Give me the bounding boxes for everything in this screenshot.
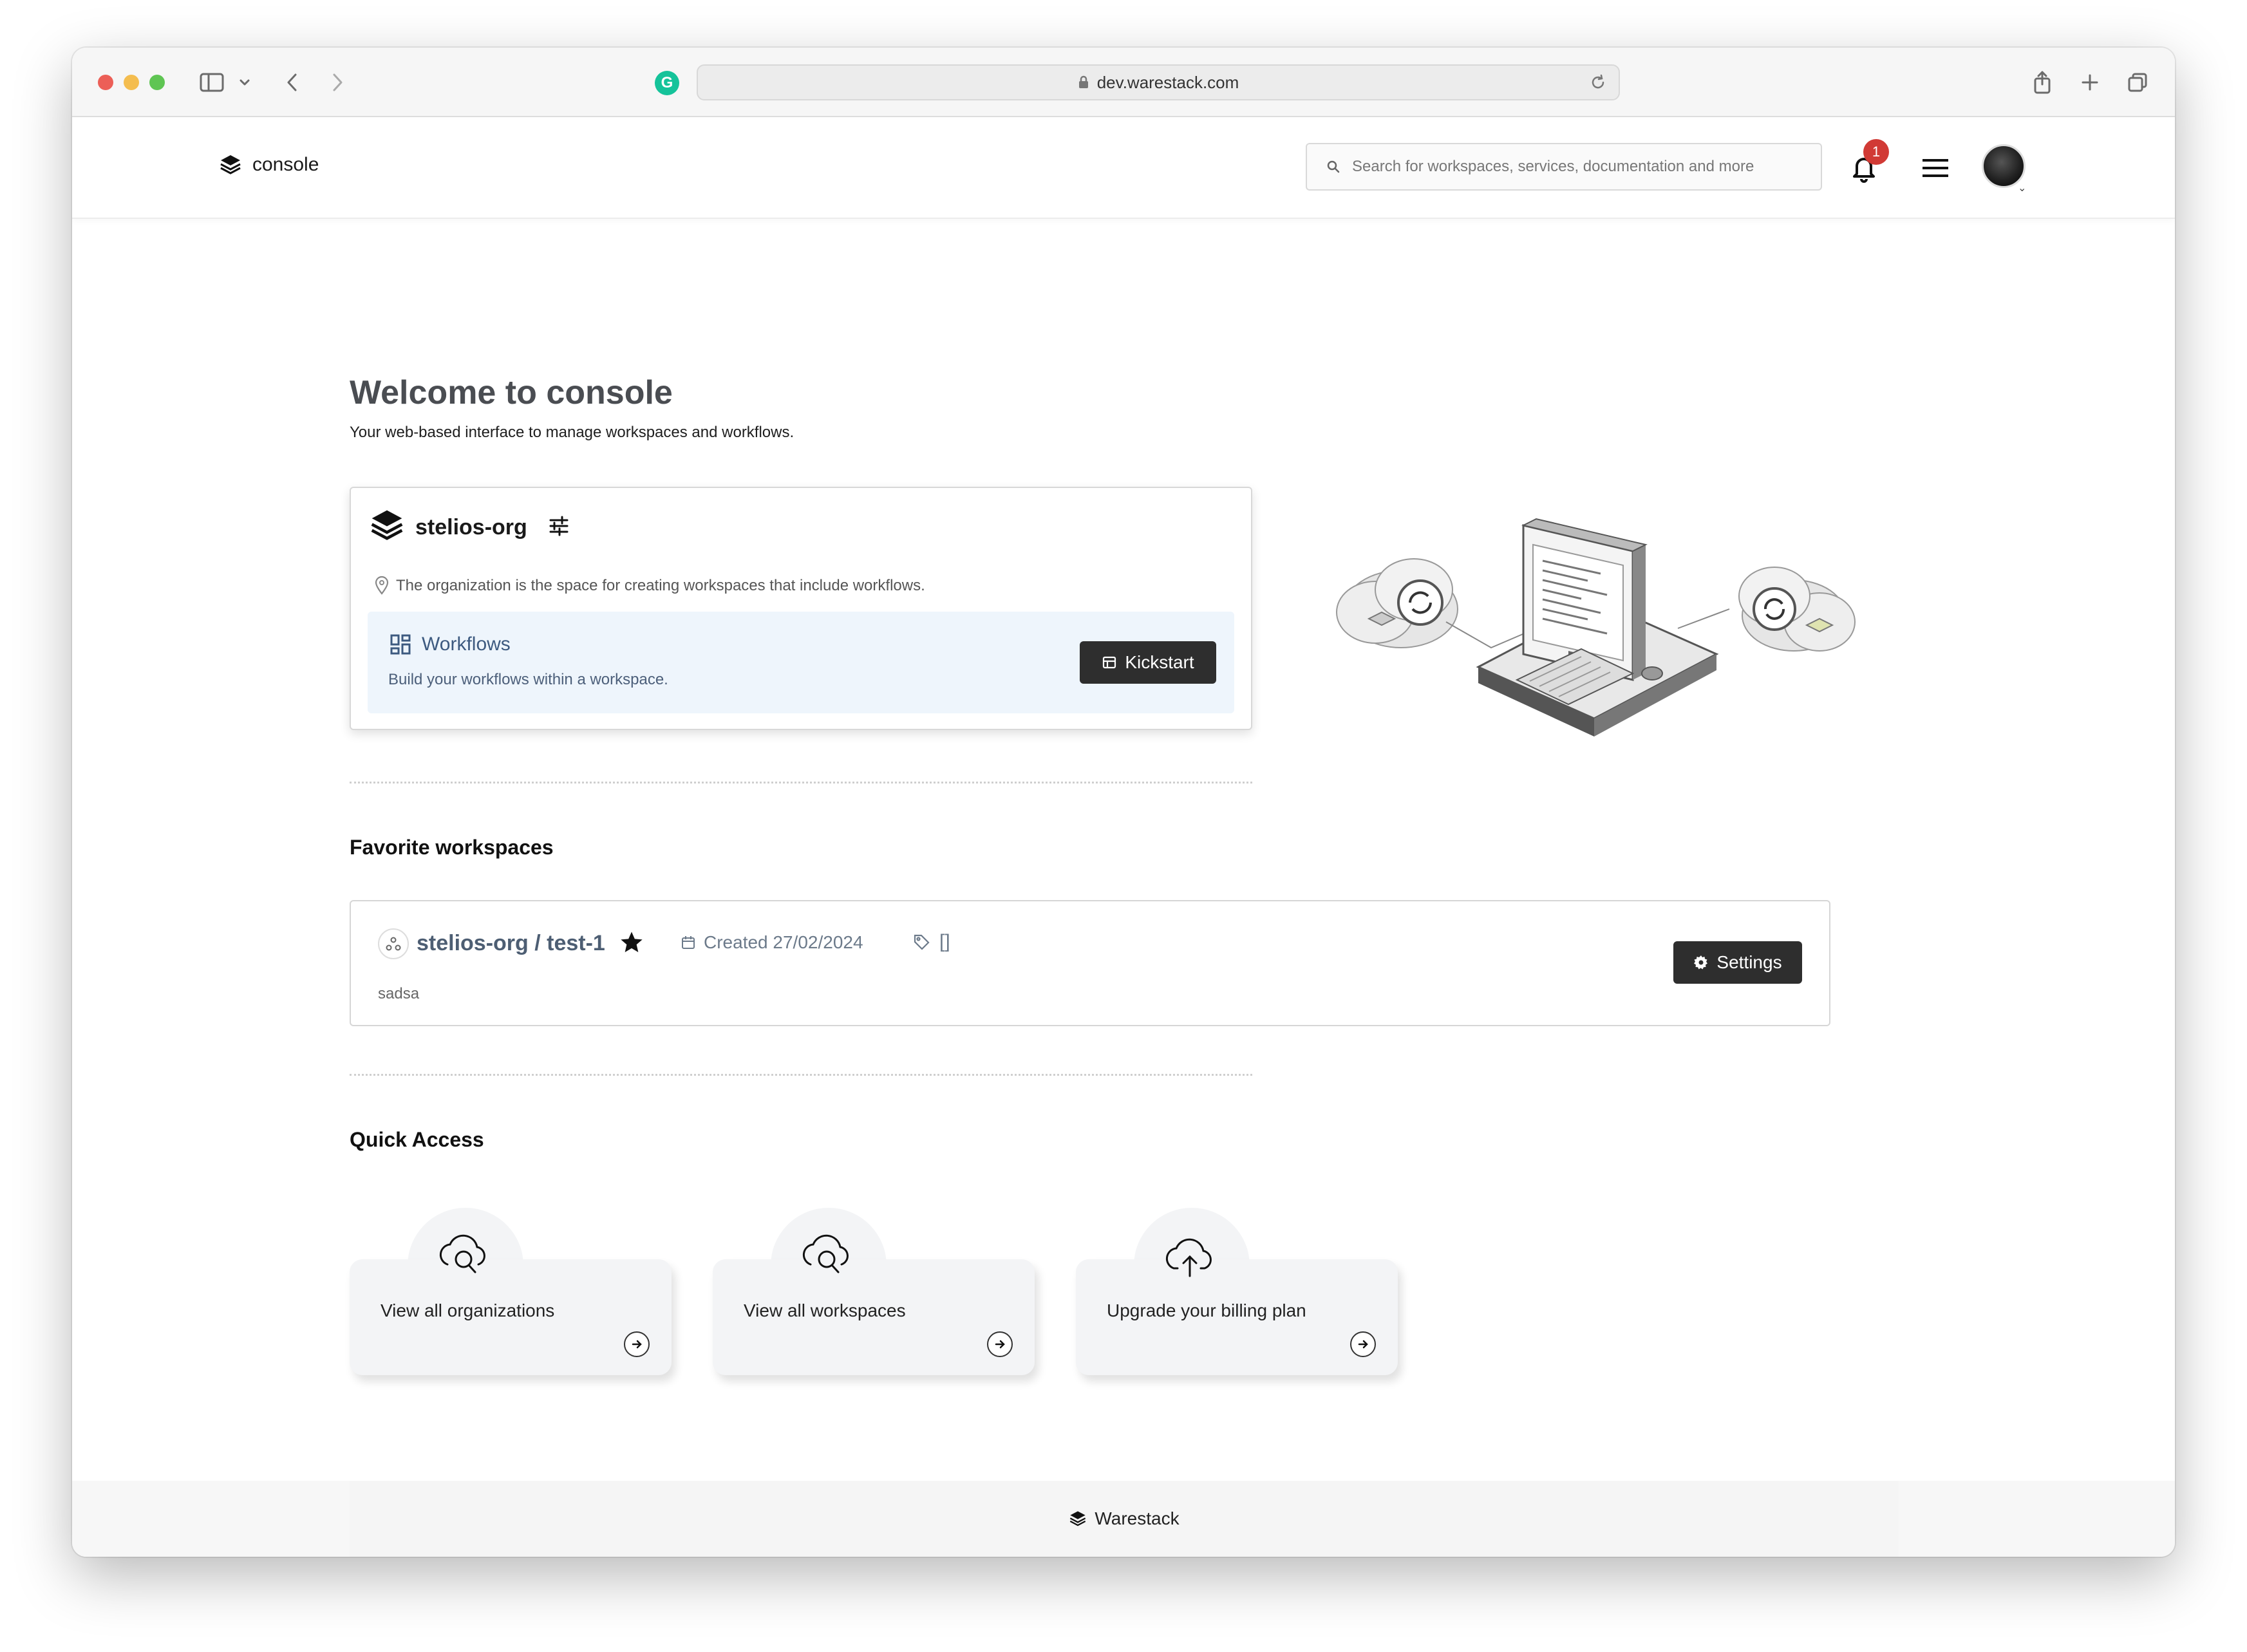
workspace-icon (378, 928, 409, 959)
brand-link[interactable]: console (219, 153, 319, 176)
quick-access-card-organizations[interactable]: View all organizations (350, 1208, 672, 1375)
back-icon[interactable] (279, 67, 305, 98)
brand-name: console (252, 154, 319, 175)
workflows-subtitle: Build your workflows within a workspace. (388, 671, 668, 688)
calendar-icon (682, 936, 695, 949)
workflows-panel: Workflows Build your workflows within a … (368, 612, 1234, 713)
organization-name[interactable]: stelios-org (415, 515, 527, 540)
section-divider (350, 782, 1252, 784)
workspace-created-date: Created 27/02/2024 (681, 932, 863, 953)
reload-icon[interactable] (1589, 73, 1607, 96)
tune-settings-icon[interactable] (548, 515, 570, 540)
workspace-name-link[interactable]: stelios-org / test-1 (417, 931, 605, 956)
workspace-settings-button[interactable]: Settings (1673, 941, 1802, 984)
search-placeholder: Search for workspaces, services, documen… (1352, 158, 1754, 175)
favorite-workspaces-heading: Favorite workspaces (350, 836, 554, 859)
workspace-card[interactable]: stelios-org / test-1 Created 27/02/2024 … (350, 900, 1830, 1026)
sidebar-toggle-icon[interactable] (197, 67, 228, 98)
avatar-chevron-down-icon[interactable]: ⌄ (2018, 182, 2026, 194)
location-pin-icon (374, 576, 390, 598)
tab-overview-icon[interactable] (2125, 67, 2150, 98)
computer-cloud-illustration (1330, 500, 1871, 744)
menu-icon[interactable] (1921, 157, 1950, 179)
browser-window: G dev.warestack.com console Search for w… (72, 48, 2175, 1557)
rocket-icon (1103, 656, 1116, 669)
workspace-description: sadsa (378, 985, 420, 1002)
organization-description: The organization is the space for creati… (396, 577, 925, 594)
maximize-window-button[interactable] (149, 75, 165, 90)
arrow-right-icon[interactable] (1350, 1331, 1376, 1357)
forward-icon[interactable] (324, 67, 350, 98)
chevron-down-icon[interactable] (237, 67, 252, 98)
arrow-right-icon[interactable] (624, 1331, 650, 1357)
quick-access-heading: Quick Access (350, 1128, 484, 1151)
quick-access-card-billing[interactable]: Upgrade your billing plan (1076, 1208, 1398, 1375)
arrow-right-icon[interactable] (987, 1331, 1013, 1357)
grammarly-extension-icon[interactable]: G (655, 71, 679, 95)
cloud-search-icon (435, 1232, 493, 1284)
organization-card: stelios-org The organization is the spac… (350, 487, 1252, 730)
lock-icon (1078, 75, 1089, 89)
layers-logo-icon (220, 155, 241, 174)
footer-brand[interactable]: Warestack (1095, 1508, 1179, 1529)
global-search-input[interactable]: Search for workspaces, services, documen… (1306, 143, 1822, 191)
footer: Warestack (350, 1481, 1899, 1557)
close-window-button[interactable] (98, 75, 113, 90)
favorite-star-icon[interactable] (619, 930, 644, 959)
workspace-tags: [] (912, 931, 950, 953)
minimize-window-button[interactable] (124, 75, 139, 90)
layers-logo-icon (1070, 1511, 1086, 1526)
share-icon[interactable] (2029, 67, 2055, 98)
quick-access-card-workspaces[interactable]: View all workspaces (713, 1208, 1035, 1375)
layers-icon (369, 507, 405, 547)
search-icon (1327, 160, 1340, 173)
new-tab-icon[interactable] (2077, 67, 2103, 98)
workflows-title: Workflows (422, 634, 511, 655)
app-header: console Search for workspaces, services,… (72, 117, 2175, 219)
gear-icon (1694, 955, 1708, 970)
section-divider (350, 1074, 1252, 1076)
cloud-upload-icon (1161, 1232, 1219, 1284)
page-title: Welcome to console (350, 374, 673, 411)
browser-toolbar: G dev.warestack.com (72, 48, 2175, 117)
cloud-search-icon (798, 1232, 856, 1284)
dashboard-grid-icon (390, 634, 411, 659)
url-text: dev.warestack.com (1096, 72, 1239, 92)
tag-icon (914, 934, 930, 950)
kickstart-label: Kickstart (1125, 652, 1194, 672)
page-subtitle: Your web-based interface to manage works… (350, 424, 794, 441)
notification-count-badge: 1 (1863, 139, 1889, 165)
kickstart-button[interactable]: Kickstart (1080, 641, 1216, 684)
address-bar[interactable]: dev.warestack.com (697, 64, 1620, 100)
